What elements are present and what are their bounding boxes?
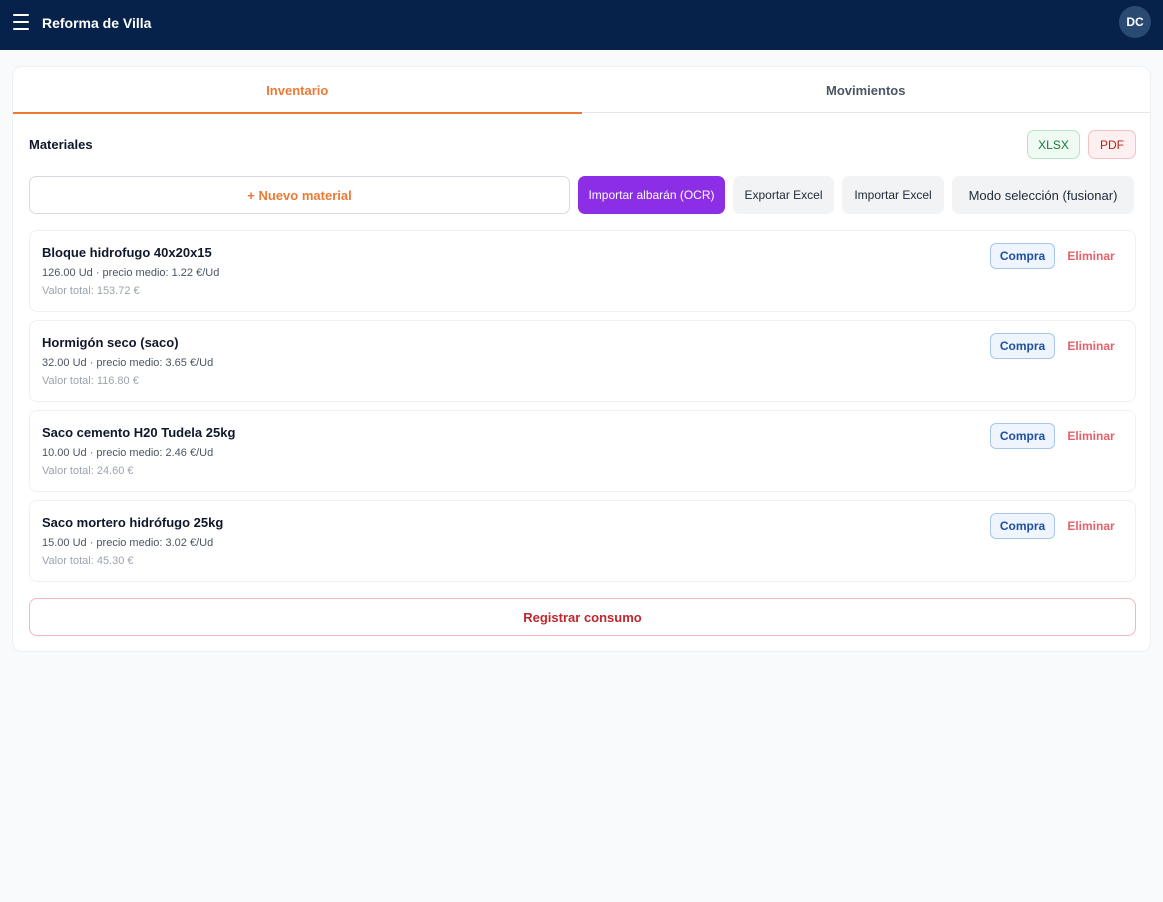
material-total-value: Valor total: 153.72 € — [42, 285, 140, 297]
selection-mode-button[interactable]: Modo selección (fusionar) — [952, 176, 1134, 214]
top-bar: Reforma de Villa DC — [0, 0, 1163, 50]
import-excel-button[interactable]: Importar Excel — [842, 176, 944, 214]
export-excel-button[interactable]: Exportar Excel — [733, 176, 834, 214]
material-total-value: Valor total: 116.80 € — [42, 375, 139, 387]
material-item: Hormigón seco (saco) 32.00 Ud · precio m… — [29, 320, 1136, 402]
material-quantity: 15.00 Ud · precio medio: 3.02 €/Ud — [42, 537, 214, 549]
new-material-button[interactable]: + Nuevo material — [29, 176, 570, 214]
tab-bar: Inventario Movimientos — [13, 67, 1151, 114]
material-name: Bloque hidrofugo 40x20x15 — [42, 245, 212, 260]
buy-button[interactable]: Compra — [990, 513, 1055, 539]
delete-button[interactable]: Eliminar — [1061, 423, 1121, 449]
material-item: Saco cemento H20 Tudela 25kg 10.00 Ud · … — [29, 410, 1136, 492]
buy-button[interactable]: Compra — [990, 243, 1055, 269]
tab-movimientos[interactable]: Movimientos — [582, 67, 1151, 113]
delete-button[interactable]: Eliminar — [1061, 333, 1121, 359]
material-total-value: Valor total: 45.30 € — [42, 555, 134, 567]
material-name: Hormigón seco (saco) — [42, 335, 179, 350]
material-item: Bloque hidrofugo 40x20x15 126.00 Ud · pr… — [29, 230, 1136, 312]
inventory-card: Inventario Movimientos Materiales XLSX P… — [12, 66, 1151, 652]
export-xlsx-button[interactable]: XLSX — [1027, 130, 1080, 159]
material-quantity: 10.00 Ud · precio medio: 2.46 €/Ud — [42, 447, 214, 459]
import-ocr-button[interactable]: Importar albarán (OCR) — [578, 176, 725, 214]
material-name: Saco cemento H20 Tudela 25kg — [42, 425, 236, 440]
material-quantity: 126.00 Ud · precio medio: 1.22 €/Ud — [42, 267, 220, 279]
tab-inventario[interactable]: Inventario — [13, 67, 582, 114]
delete-button[interactable]: Eliminar — [1061, 513, 1121, 539]
app-title: Reforma de Villa — [42, 15, 152, 31]
materials-section-title: Materiales — [29, 137, 93, 152]
buy-button[interactable]: Compra — [990, 333, 1055, 359]
user-avatar[interactable]: DC — [1119, 6, 1151, 38]
material-name: Saco mortero hidrófugo 25kg — [42, 515, 224, 530]
delete-button[interactable]: Eliminar — [1061, 243, 1121, 269]
hamburger-menu-icon[interactable] — [13, 14, 29, 30]
material-total-value: Valor total: 24.60 € — [42, 465, 134, 477]
material-item: Saco mortero hidrófugo 25kg 15.00 Ud · p… — [29, 500, 1136, 582]
register-consumption-button[interactable]: Registrar consumo — [29, 598, 1136, 636]
export-pdf-button[interactable]: PDF — [1088, 130, 1136, 159]
material-quantity: 32.00 Ud · precio medio: 3.65 €/Ud — [42, 357, 214, 369]
buy-button[interactable]: Compra — [990, 423, 1055, 449]
